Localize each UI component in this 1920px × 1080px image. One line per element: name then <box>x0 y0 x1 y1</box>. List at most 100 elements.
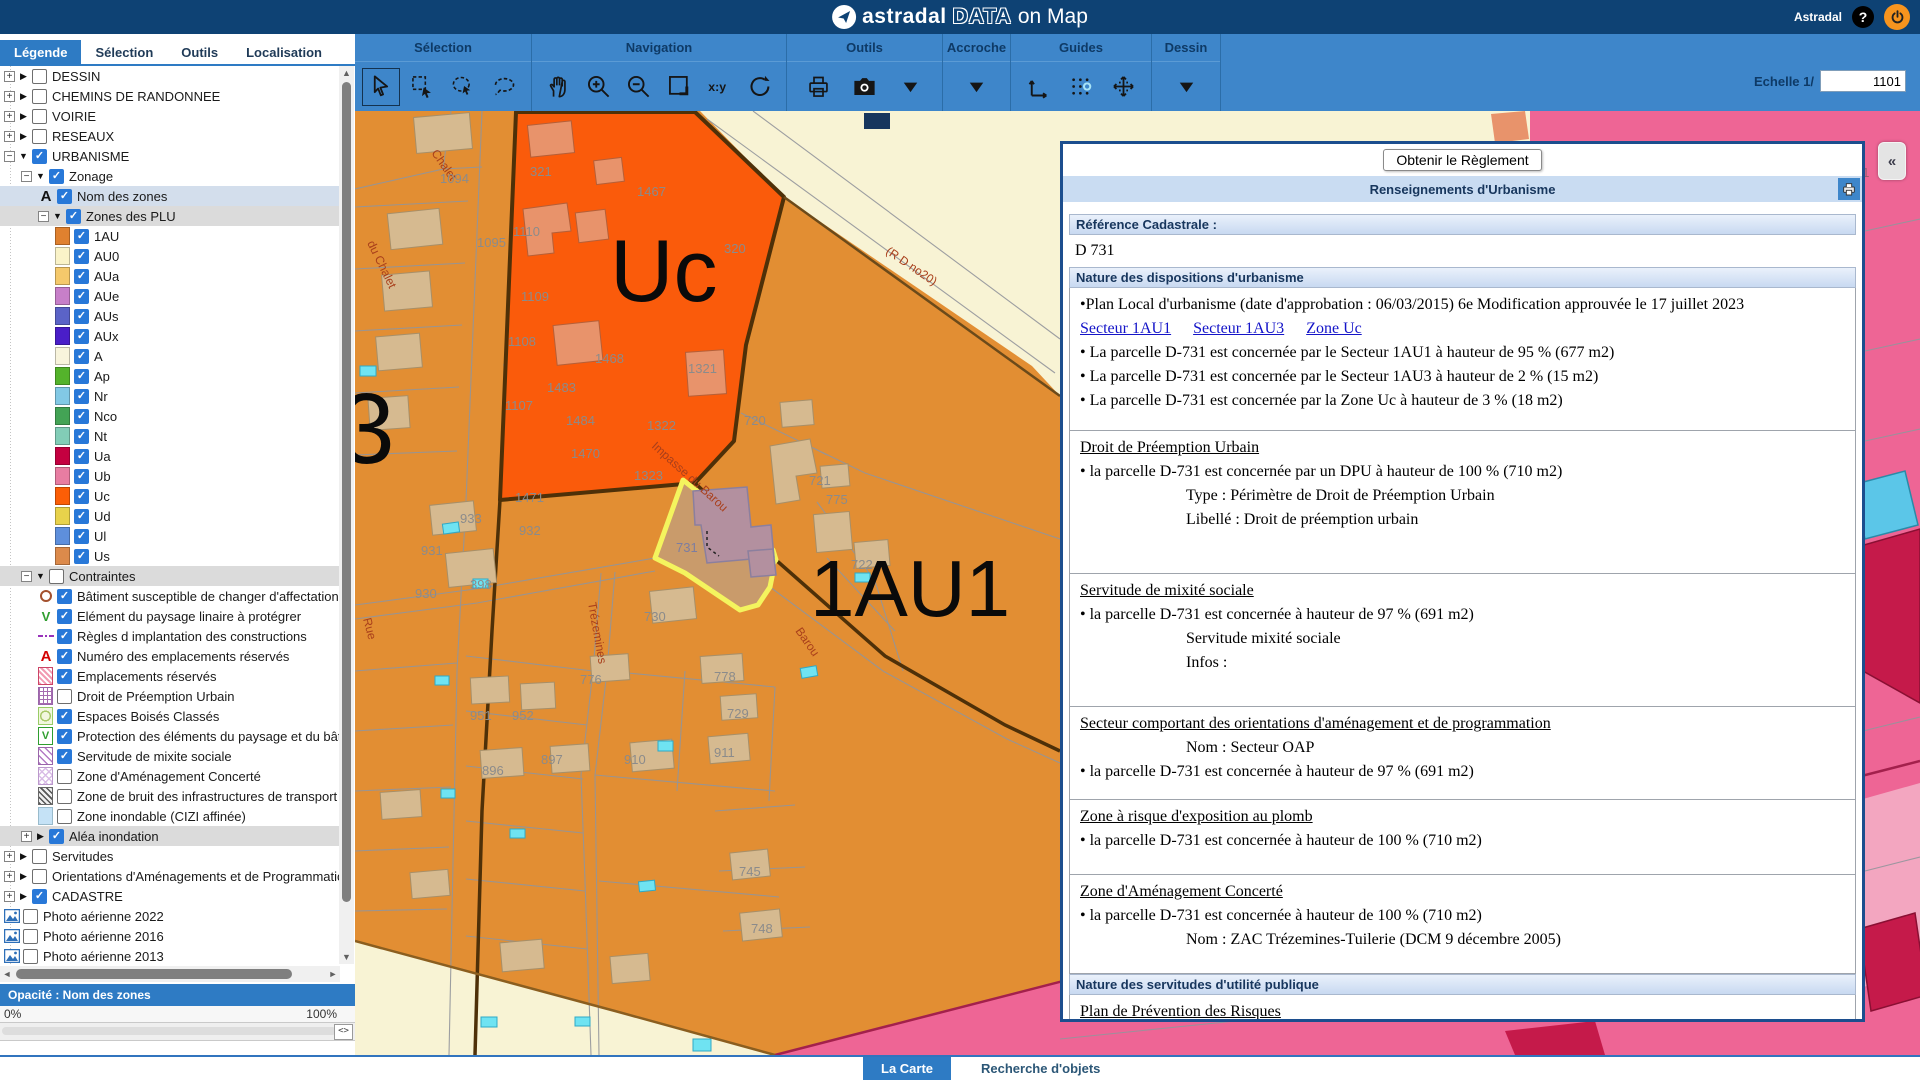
rotate-icon[interactable] <box>741 68 779 106</box>
xy-coords-icon[interactable]: x:y <box>701 68 739 106</box>
expand-icon[interactable]: + <box>21 831 32 842</box>
layer-checkbox[interactable] <box>23 949 38 964</box>
sidebar-tab-outils[interactable]: Outils <box>167 40 232 64</box>
dropdown-icon[interactable] <box>1167 68 1205 106</box>
layer-checkbox[interactable]: ✓ <box>57 729 72 744</box>
layer-checkbox[interactable]: ✓ <box>49 829 64 844</box>
tree-row[interactable]: ✓Nco <box>0 406 340 426</box>
layer-checkbox[interactable]: ✓ <box>74 269 89 284</box>
vertical-scroll-thumb[interactable] <box>342 82 351 902</box>
opacity-slider[interactable]: <> <box>0 1022 355 1041</box>
layer-checkbox[interactable] <box>32 129 47 144</box>
layer-checkbox[interactable]: ✓ <box>74 449 89 464</box>
collapse-icon[interactable]: − <box>38 211 49 222</box>
layer-checkbox[interactable]: ✓ <box>74 369 89 384</box>
layer-checkbox[interactable] <box>57 809 72 824</box>
layer-checkbox[interactable]: ✓ <box>74 229 89 244</box>
help-button[interactable]: ? <box>1852 6 1874 28</box>
layer-checkbox[interactable]: ✓ <box>74 549 89 564</box>
tree-row[interactable]: Zone de bruit des infrastructures de tra… <box>0 786 340 806</box>
scroll-left-icon[interactable]: ◄ <box>0 966 14 982</box>
layer-checkbox[interactable] <box>57 689 72 704</box>
layer-checkbox[interactable] <box>32 69 47 84</box>
layer-checkbox[interactable]: ✓ <box>74 389 89 404</box>
obtain-reglement-button[interactable]: Obtenir le Règlement <box>1383 149 1541 171</box>
tree-row[interactable]: −▼✓URBANISME <box>0 146 340 166</box>
panel-collapse-button[interactable]: « <box>1878 142 1906 180</box>
tree-row[interactable]: ✓Ud <box>0 506 340 526</box>
layer-checkbox[interactable]: ✓ <box>32 149 47 164</box>
horizontal-scroll-thumb[interactable] <box>16 969 292 979</box>
tree-row[interactable]: ✓A <box>0 346 340 366</box>
tree-row[interactable]: ✓AUx <box>0 326 340 346</box>
tree-row[interactable]: Photo aérienne 2013 <box>0 946 340 964</box>
tree-arrow-icon[interactable]: ▶ <box>18 71 29 82</box>
zone-link[interactable]: Secteur 1AU3 <box>1193 320 1284 337</box>
tree-row[interactable]: ✓1AU <box>0 226 340 246</box>
layer-checkbox[interactable] <box>23 909 38 924</box>
tree-row[interactable]: ✓Servitude de mixite sociale <box>0 746 340 766</box>
opacity-slider-track[interactable] <box>2 1027 336 1035</box>
sidebar-tab-sélection[interactable]: Sélection <box>81 40 167 64</box>
tree-row[interactable]: +▶DESSIN <box>0 66 340 86</box>
expand-icon[interactable]: + <box>4 891 15 902</box>
layer-checkbox[interactable] <box>32 89 47 104</box>
collapse-icon[interactable]: − <box>4 151 15 162</box>
scroll-down-icon[interactable]: ▼ <box>339 950 354 964</box>
layer-checkbox[interactable] <box>23 929 38 944</box>
tree-arrow-icon[interactable]: ▶ <box>35 831 46 842</box>
tree-row[interactable]: ✓Ub <box>0 466 340 486</box>
sidebar-tab-localisation[interactable]: Localisation <box>232 40 336 64</box>
tree-row[interactable]: Zone d'Aménagement Concerté <box>0 766 340 786</box>
scale-input[interactable] <box>1820 70 1906 92</box>
tree-arrow-icon[interactable]: ▼ <box>35 571 46 581</box>
layer-checkbox[interactable] <box>32 849 47 864</box>
layer-checkbox[interactable]: ✓ <box>57 649 72 664</box>
tree-row[interactable]: +▶✓CADASTRE <box>0 886 340 906</box>
tree-arrow-icon[interactable]: ▶ <box>18 871 29 882</box>
tree-row[interactable]: −▼✓Zonage <box>0 166 340 186</box>
tree-horizontal-scrollbar[interactable]: ◄ ► <box>0 966 340 982</box>
opacity-slider-handle[interactable]: <> <box>334 1024 353 1040</box>
layer-checkbox[interactable]: ✓ <box>74 409 89 424</box>
layer-checkbox[interactable]: ✓ <box>74 349 89 364</box>
layer-checkbox[interactable]: ✓ <box>57 669 72 684</box>
tree-row[interactable]: ✓Us <box>0 546 340 566</box>
select-lasso-icon[interactable] <box>486 68 524 106</box>
layer-checkbox[interactable]: ✓ <box>74 329 89 344</box>
tree-row[interactable]: +▶✓Aléa inondation <box>0 826 340 846</box>
tree-row[interactable]: ✓Uc <box>0 486 340 506</box>
print-icon[interactable] <box>1838 178 1860 200</box>
layer-checkbox[interactable]: ✓ <box>74 429 89 444</box>
dropdown-icon[interactable] <box>958 68 996 106</box>
tree-row[interactable]: Droit de Préemption Urbain <box>0 686 340 706</box>
tree-row[interactable]: ✓Bâtiment susceptible de changer d'affec… <box>0 586 340 606</box>
expand-icon[interactable]: + <box>4 91 15 102</box>
tree-arrow-icon[interactable]: ▼ <box>52 211 63 221</box>
tree-arrow-icon[interactable]: ▶ <box>18 111 29 122</box>
tree-row[interactable]: ✓AUs <box>0 306 340 326</box>
expand-icon[interactable]: + <box>4 851 15 862</box>
tree-row[interactable]: A✓Nom des zones <box>0 186 340 206</box>
tree-row[interactable]: ✓Espaces Boisés Classés <box>0 706 340 726</box>
tree-row[interactable]: ✓Nt <box>0 426 340 446</box>
axes-icon[interactable] <box>1020 68 1058 106</box>
tree-row[interactable]: Photo aérienne 2016 <box>0 926 340 946</box>
dot-grid-icon[interactable] <box>1062 68 1100 106</box>
tree-row[interactable]: ✓AUe <box>0 286 340 306</box>
tree-arrow-icon[interactable]: ▶ <box>18 891 29 902</box>
tree-row[interactable]: +▶Servitudes <box>0 846 340 866</box>
tree-row[interactable]: ✓AUa <box>0 266 340 286</box>
select-ellipse-icon[interactable] <box>445 68 483 106</box>
tree-row[interactable]: +▶VOIRIE <box>0 106 340 126</box>
camera-icon[interactable] <box>846 68 884 106</box>
layer-checkbox[interactable] <box>32 109 47 124</box>
map-mini-control[interactable] <box>864 113 890 129</box>
pan-hand-icon[interactable] <box>539 68 577 106</box>
layer-checkbox[interactable]: ✓ <box>74 309 89 324</box>
tree-row[interactable]: ✓Emplacements réservés <box>0 666 340 686</box>
layer-checkbox[interactable]: ✓ <box>74 489 89 504</box>
layer-checkbox[interactable]: ✓ <box>66 209 81 224</box>
tab-recherche-objets[interactable]: Recherche d'objets <box>963 1057 1118 1080</box>
layer-checkbox[interactable]: ✓ <box>57 189 72 204</box>
